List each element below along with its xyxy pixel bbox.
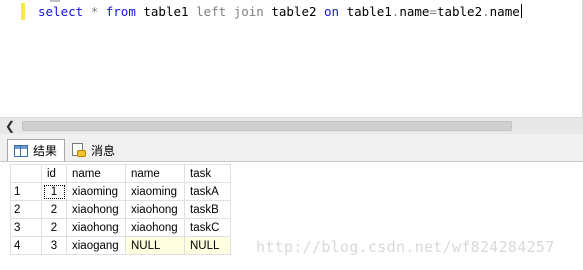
tab-messages[interactable]: 消息 bbox=[68, 139, 128, 161]
cell-id[interactable]: 1 bbox=[41, 182, 67, 201]
query-token: table1 bbox=[135, 4, 197, 19]
text-caret bbox=[520, 4, 522, 18]
query-token bbox=[98, 4, 106, 19]
editor-top-marker bbox=[50, 0, 60, 2]
cell-name-2[interactable]: xiaohong bbox=[125, 200, 185, 219]
cell-id[interactable]: 2 bbox=[41, 200, 67, 219]
tab-messages-label: 消息 bbox=[91, 143, 116, 158]
query-token: name bbox=[399, 4, 430, 19]
column-header-name[interactable]: name bbox=[66, 164, 126, 183]
query-token: table1 bbox=[339, 4, 392, 19]
watermark: http://blog.csdn.net/wf824284257 bbox=[256, 238, 555, 256]
editor-gutter bbox=[0, 0, 21, 117]
cell-name[interactable]: xiaohong bbox=[66, 218, 126, 237]
cell-name[interactable]: xiaohong bbox=[66, 200, 126, 219]
results-grid-icon bbox=[14, 144, 28, 157]
query-text[interactable]: select * from table1 left join table2 on… bbox=[38, 3, 522, 20]
messages-icon bbox=[72, 142, 86, 158]
cell-id[interactable]: 3 bbox=[41, 236, 67, 255]
change-indicator-bar bbox=[21, 3, 25, 20]
table-row: 4 3 xiaogang NULL NULL bbox=[10, 236, 231, 255]
row-number[interactable]: 1 bbox=[10, 182, 42, 201]
cell-name-2[interactable]: NULL bbox=[125, 236, 185, 255]
tab-results-label: 结果 bbox=[33, 144, 58, 158]
cell-name-2[interactable]: xiaohong bbox=[125, 218, 185, 237]
cell-task[interactable]: NULL bbox=[184, 236, 231, 255]
row-number[interactable]: 4 bbox=[10, 236, 42, 255]
query-token: . bbox=[482, 4, 490, 19]
results-grid: id name name task 1 1 xiaoming xiaoming … bbox=[10, 164, 231, 255]
cell-task[interactable]: taskB bbox=[184, 200, 231, 219]
table-row: 2 2 xiaohong xiaohong taskB bbox=[10, 200, 231, 219]
tab-results[interactable]: 结果 bbox=[7, 139, 65, 161]
cell-name[interactable]: xiaogang bbox=[66, 236, 126, 255]
column-header-name-2[interactable]: name bbox=[125, 164, 185, 183]
cell-name-2[interactable]: xiaoming bbox=[125, 182, 185, 201]
cell-task[interactable]: taskA bbox=[184, 182, 231, 201]
query-token: name bbox=[489, 4, 520, 19]
row-number[interactable]: 3 bbox=[10, 218, 42, 237]
column-header-id[interactable]: id bbox=[41, 164, 67, 183]
query-token: select bbox=[38, 4, 84, 19]
query-token: left join bbox=[196, 4, 264, 19]
query-editor[interactable]: select * from table1 left join table2 on… bbox=[0, 0, 583, 117]
query-token: = bbox=[429, 4, 437, 19]
grid-corner-cell[interactable] bbox=[10, 164, 42, 183]
query-token: table2 bbox=[263, 4, 325, 19]
table-row: 1 1 xiaoming xiaoming taskA bbox=[10, 182, 231, 201]
query-token: on bbox=[324, 4, 340, 19]
cell-name[interactable]: xiaoming bbox=[66, 182, 126, 201]
editor-horizontal-scrollbar[interactable]: ❮ bbox=[0, 117, 583, 134]
cell-id[interactable]: 2 bbox=[41, 218, 67, 237]
cell-task[interactable]: taskC bbox=[184, 218, 231, 237]
query-token: table2 bbox=[436, 4, 483, 19]
row-number[interactable]: 2 bbox=[10, 200, 42, 219]
column-header-task[interactable]: task bbox=[184, 164, 231, 183]
query-token bbox=[83, 4, 91, 19]
grid-header-row: id name name task bbox=[10, 164, 231, 183]
result-tabs: 结果 消息 bbox=[0, 134, 583, 162]
table-row: 3 2 xiaohong xiaohong taskC bbox=[10, 218, 231, 237]
query-token: from bbox=[105, 4, 136, 19]
scroll-left-arrow-icon[interactable]: ❮ bbox=[3, 119, 17, 133]
scrollbar-thumb[interactable] bbox=[22, 121, 512, 131]
